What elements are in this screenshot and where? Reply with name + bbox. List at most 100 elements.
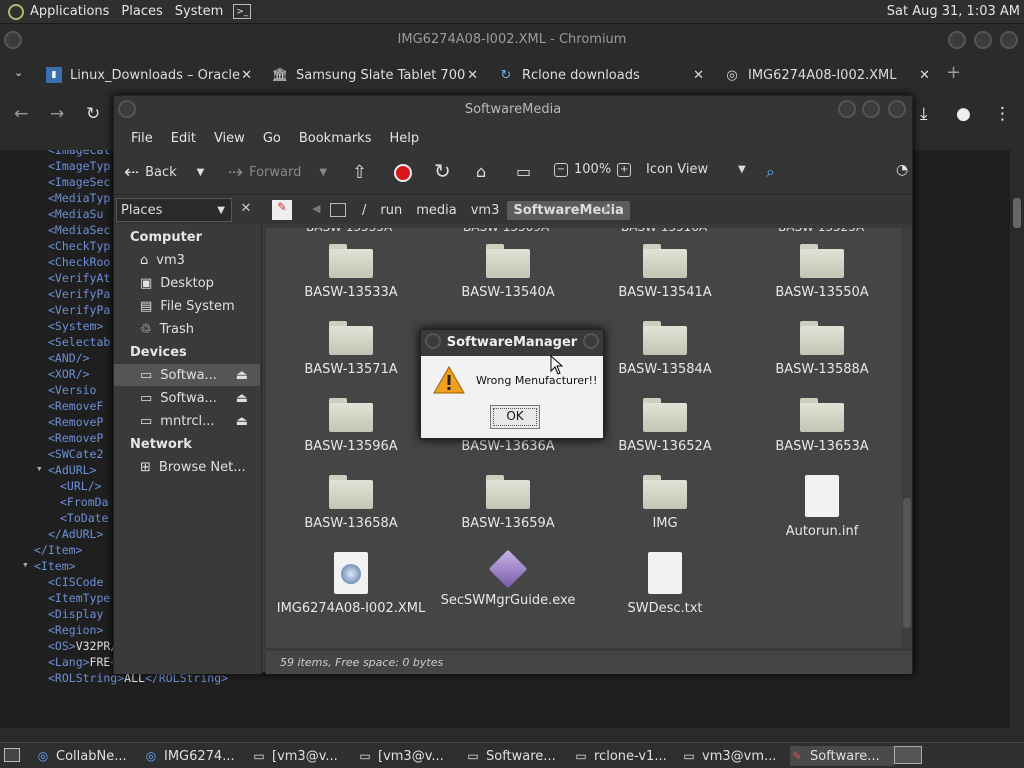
- window-menu-button[interactable]: [4, 31, 22, 49]
- more-menu-icon[interactable]: ⋮: [994, 104, 1011, 124]
- profile-icon[interactable]: ●: [956, 104, 971, 124]
- file-item[interactable]: SecSWMgrGuide.exe: [433, 549, 583, 609]
- download-icon[interactable]: ⤓: [920, 104, 928, 124]
- zoom-control[interactable]: − 100% +: [554, 162, 632, 177]
- search-icon[interactable]: ⌕: [766, 162, 775, 182]
- ok-button[interactable]: OK: [490, 405, 540, 429]
- back-arrow-icon[interactable]: ←: [14, 104, 28, 124]
- edit-location-icon[interactable]: ✎: [272, 200, 292, 220]
- vertical-scrollbar[interactable]: [1010, 150, 1024, 730]
- eject-icon[interactable]: ⏏: [236, 391, 248, 406]
- forward-arrow-icon[interactable]: →: [50, 104, 64, 124]
- menu-view[interactable]: View: [205, 131, 254, 146]
- tab-search-icon[interactable]: ⌄: [14, 66, 23, 79]
- drive-crumb-icon[interactable]: [330, 203, 346, 217]
- tab-rclone-downloads[interactable]: ↻ Rclone downloads ✕: [498, 60, 704, 90]
- breadcrumb-right-icon[interactable]: ▶: [604, 202, 612, 215]
- maximize-button[interactable]: [974, 31, 992, 49]
- gnome-menu-icon[interactable]: [8, 3, 24, 20]
- sidebar-item-filesystem[interactable]: ▤ File System: [114, 295, 260, 317]
- sidebar-item-trash[interactable]: ♲ Trash: [114, 318, 260, 340]
- system-menu[interactable]: System: [169, 4, 229, 19]
- breadcrumb-left-icon[interactable]: ◀: [312, 202, 320, 215]
- file-item[interactable]: Autorun.inf: [747, 475, 897, 540]
- sidebar-item-desktop[interactable]: ▣ Desktop: [114, 272, 260, 294]
- menu-help[interactable]: Help: [380, 131, 428, 146]
- file-item[interactable]: BASW-13571A: [276, 321, 426, 378]
- fm-window-menu-button[interactable]: [118, 100, 136, 118]
- file-item[interactable]: BASW-13659A: [433, 475, 583, 532]
- forward-button[interactable]: ⇢ Forward ▼: [228, 162, 327, 183]
- reload-icon[interactable]: ↻: [434, 159, 451, 183]
- tab-close-icon[interactable]: ✕: [693, 68, 704, 83]
- home-icon[interactable]: ⌂: [476, 162, 486, 181]
- file-grid-scrollbar[interactable]: [902, 228, 912, 648]
- places-menu[interactable]: Places: [115, 4, 168, 19]
- crumb-vm3[interactable]: vm3: [465, 203, 506, 218]
- file-item[interactable]: BASW-13588A: [747, 321, 897, 378]
- eject-icon[interactable]: ⏏: [236, 414, 248, 429]
- fm-close-button[interactable]: [888, 100, 906, 118]
- taskbar-entry[interactable]: ◎ IMG6274...: [144, 746, 248, 766]
- taskbar-entry[interactable]: ✎ Software...: [790, 746, 894, 766]
- sidebar-item-device-1[interactable]: ▭ Softwa... ⏏: [114, 364, 260, 386]
- places-selector[interactable]: Places ▼: [116, 198, 232, 222]
- clock[interactable]: Sat Aug 31, 1:03 AM: [887, 4, 1020, 19]
- forward-history-dropdown-icon[interactable]: ▼: [319, 167, 327, 178]
- back-history-dropdown-icon[interactable]: ▼: [197, 167, 205, 178]
- taskbar-entry[interactable]: ▭ [vm3@v...: [252, 746, 356, 766]
- workspace-switcher-icon[interactable]: [894, 746, 922, 764]
- taskbar-entry[interactable]: ▭ vm3@vm...: [682, 746, 786, 766]
- taskbar-entry[interactable]: ▭ rclone-v1...: [574, 746, 678, 766]
- file-item[interactable]: BASW-13584A: [590, 321, 740, 378]
- file-item[interactable]: BASW-13540A: [433, 244, 583, 301]
- minimize-button[interactable]: [948, 31, 966, 49]
- tab-close-icon[interactable]: ✕: [467, 68, 478, 83]
- file-item[interactable]: BASW-13541A: [590, 244, 740, 301]
- menu-go[interactable]: Go: [254, 131, 290, 146]
- computer-icon[interactable]: ▭: [516, 162, 531, 181]
- show-desktop-icon[interactable]: [4, 748, 20, 762]
- taskbar-entry[interactable]: ◎ CollabNe...: [36, 746, 140, 766]
- dialog-menu-button[interactable]: [425, 333, 441, 349]
- dialog-close-button[interactable]: [583, 333, 599, 349]
- tab-close-icon[interactable]: ✕: [241, 68, 252, 83]
- tab-linux-downloads[interactable]: ▮ Linux_Downloads – Oracle ✕: [46, 60, 252, 90]
- file-item[interactable]: IMG: [590, 475, 740, 532]
- sidebar-item-device-3[interactable]: ▭ mntrcl... ⏏: [114, 410, 260, 432]
- reload-icon[interactable]: ↻: [86, 104, 100, 124]
- fm-maximize-button[interactable]: [862, 100, 880, 118]
- menu-bookmarks[interactable]: Bookmarks: [290, 131, 381, 146]
- scrollbar-thumb[interactable]: [903, 498, 911, 628]
- tab-close-icon[interactable]: ✕: [919, 68, 930, 83]
- file-item[interactable]: BASW-13652A: [590, 398, 740, 455]
- file-item[interactable]: SWDesc.txt: [590, 552, 740, 617]
- new-tab-icon[interactable]: +: [946, 62, 961, 83]
- scrollbar-thumb[interactable]: [1013, 198, 1021, 228]
- sidebar-item-device-2[interactable]: ▭ Softwa... ⏏: [114, 387, 260, 409]
- file-item[interactable]: BASW-13533A: [276, 244, 426, 301]
- zoom-in-icon[interactable]: +: [617, 162, 632, 177]
- crumb-media[interactable]: media: [410, 203, 463, 218]
- fm-minimize-button[interactable]: [838, 100, 856, 118]
- file-item[interactable]: BASW-13653A: [747, 398, 897, 455]
- applications-menu[interactable]: Applications: [24, 4, 115, 19]
- eject-icon[interactable]: ⏏: [236, 368, 248, 383]
- fold-toggle-icon[interactable]: ▾: [36, 462, 43, 475]
- up-icon[interactable]: ⇧: [352, 162, 367, 183]
- menu-file[interactable]: File: [122, 131, 162, 146]
- stop-icon[interactable]: [394, 164, 412, 182]
- crumb-run[interactable]: run: [374, 203, 408, 218]
- tab-samsung-slate[interactable]: 🏛 Samsung Slate Tablet 700 ✕: [272, 60, 478, 90]
- close-button[interactable]: [1000, 31, 1018, 49]
- crumb-root[interactable]: /: [356, 203, 372, 218]
- sidebar-item-vm3[interactable]: ⌂ vm3: [114, 249, 260, 271]
- horizontal-scrollbar[interactable]: [0, 728, 1024, 742]
- file-item[interactable]: IMG6274A08-I002.XML: [276, 552, 426, 617]
- tab-img-xml[interactable]: ◎ IMG6274A08-I002.XML ✕: [724, 60, 930, 90]
- menu-edit[interactable]: Edit: [162, 131, 205, 146]
- taskbar-entry[interactable]: ▭ Software...: [466, 746, 570, 766]
- zoom-out-icon[interactable]: −: [554, 162, 568, 177]
- view-mode-select[interactable]: Icon View ▼: [646, 162, 746, 177]
- fold-toggle-icon[interactable]: ▾: [22, 558, 29, 571]
